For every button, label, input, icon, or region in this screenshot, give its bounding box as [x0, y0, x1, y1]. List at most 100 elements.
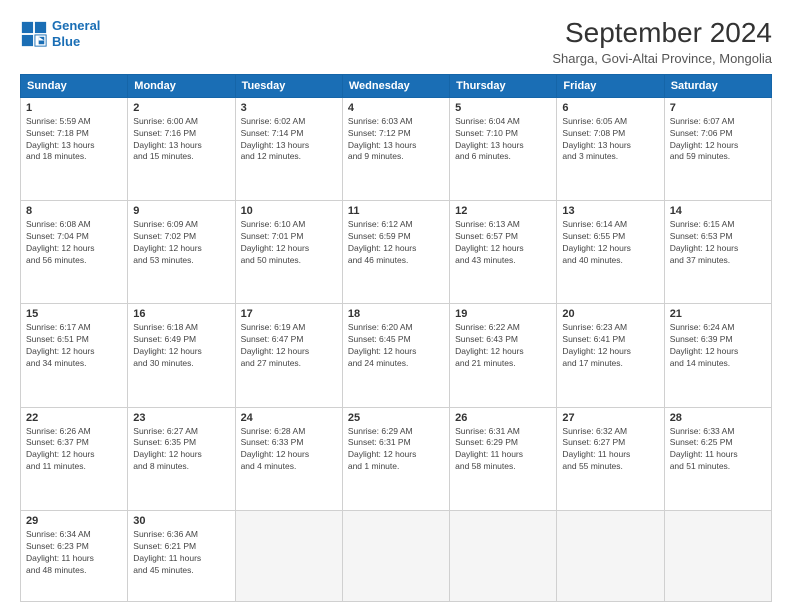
- calendar-cell: 23Sunrise: 6:27 AM Sunset: 6:35 PM Dayli…: [128, 407, 235, 510]
- day-info: Sunrise: 6:20 AM Sunset: 6:45 PM Dayligh…: [348, 322, 444, 370]
- day-info: Sunrise: 6:26 AM Sunset: 6:37 PM Dayligh…: [26, 426, 122, 474]
- day-number: 3: [241, 102, 337, 114]
- calendar-cell: 20 Sunrise: 6:23 AM Sunset: 6:41 PM Dayli…: [557, 304, 664, 407]
- day-number: 17: [241, 308, 337, 320]
- day-number: 23: [133, 412, 229, 424]
- col-header-thursday: Thursday: [450, 74, 557, 97]
- col-header-wednesday: Wednesday: [342, 74, 449, 97]
- calendar-cell: [450, 510, 557, 601]
- day-info: Sunrise: 6:14 AM Sunset: 6:55 PM Dayligh…: [562, 219, 658, 267]
- day-number: 30: [133, 515, 229, 527]
- day-info: Sunrise: 6:36 AM Sunset: 6:21 PM Dayligh…: [133, 529, 229, 577]
- calendar-cell: 7 Sunrise: 6:07 AM Sunset: 7:06 PM Daylig…: [664, 97, 771, 200]
- logo-text: General Blue: [52, 18, 100, 49]
- calendar-cell: 24 Sunrise: 6:28 AM Sunset: 6:33 PM Dayli…: [235, 407, 342, 510]
- day-info: Sunrise: 6:13 AM Sunset: 6:57 PM Dayligh…: [455, 219, 551, 267]
- day-number: 27: [562, 412, 658, 424]
- calendar-cell: [664, 510, 771, 601]
- day-number: 25: [348, 412, 444, 424]
- calendar-cell: 3 Sunrise: 6:02 AM Sunset: 7:14 PM Daylig…: [235, 97, 342, 200]
- day-number: 26: [455, 412, 551, 424]
- calendar-cell: 28 Sunrise: 6:33 AM Sunset: 6:25 PM Dayli…: [664, 407, 771, 510]
- calendar-cell: 19 Sunrise: 6:22 AM Sunset: 6:43 PM Dayli…: [450, 304, 557, 407]
- day-info: Sunrise: 6:09 AM Sunset: 7:02 PM Dayligh…: [133, 219, 229, 267]
- day-info: Sunrise: 6:07 AM Sunset: 7:06 PM Dayligh…: [670, 116, 766, 164]
- calendar-cell: 30 Sunrise: 6:36 AM Sunset: 6:21 PM Dayli…: [128, 510, 235, 601]
- day-number: 28: [670, 412, 766, 424]
- day-number: 22: [26, 412, 122, 424]
- calendar-cell: 11Sunrise: 6:12 AM Sunset: 6:59 PM Dayli…: [342, 201, 449, 304]
- day-info: Sunrise: 6:31 AM Sunset: 6:29 PM Dayligh…: [455, 426, 551, 474]
- calendar-cell: 10 Sunrise: 6:10 AM Sunset: 7:01 PM Dayli…: [235, 201, 342, 304]
- day-number: 16: [133, 308, 229, 320]
- day-number: 29: [26, 515, 122, 527]
- day-info: Sunrise: 6:18 AM Sunset: 6:49 PM Dayligh…: [133, 322, 229, 370]
- calendar-cell: 22 Sunrise: 6:26 AM Sunset: 6:37 PM Dayli…: [21, 407, 128, 510]
- calendar-cell: 8 Sunrise: 6:08 AM Sunset: 7:04 PM Daylig…: [21, 201, 128, 304]
- calendar-cell: 17 Sunrise: 6:19 AM Sunset: 6:47 PM Dayli…: [235, 304, 342, 407]
- day-number: 6: [562, 102, 658, 114]
- day-info: Sunrise: 6:04 AM Sunset: 7:10 PM Dayligh…: [455, 116, 551, 164]
- calendar-cell: 18 Sunrise: 6:20 AM Sunset: 6:45 PM Dayli…: [342, 304, 449, 407]
- calendar-cell: 1Sunrise: 5:59 AM Sunset: 7:18 PM Daylig…: [21, 97, 128, 200]
- day-info: Sunrise: 6:03 AM Sunset: 7:12 PM Dayligh…: [348, 116, 444, 164]
- day-number: 24: [241, 412, 337, 424]
- day-info: Sunrise: 5:59 AM Sunset: 7:18 PM Dayligh…: [26, 116, 122, 164]
- calendar-cell: 21 Sunrise: 6:24 AM Sunset: 6:39 PM Dayli…: [664, 304, 771, 407]
- col-header-saturday: Saturday: [664, 74, 771, 97]
- calendar-cell: 27 Sunrise: 6:32 AM Sunset: 6:27 PM Dayli…: [557, 407, 664, 510]
- day-number: 14: [670, 205, 766, 217]
- calendar-cell: 16 Sunrise: 6:18 AM Sunset: 6:49 PM Dayli…: [128, 304, 235, 407]
- day-info: Sunrise: 6:15 AM Sunset: 6:53 PM Dayligh…: [670, 219, 766, 267]
- calendar-cell: 5 Sunrise: 6:04 AM Sunset: 7:10 PM Daylig…: [450, 97, 557, 200]
- day-number: 11: [348, 205, 444, 217]
- day-number: 2: [133, 102, 229, 114]
- day-number: 7: [670, 102, 766, 114]
- day-number: 15: [26, 308, 122, 320]
- col-header-sunday: Sunday: [21, 74, 128, 97]
- day-number: 5: [455, 102, 551, 114]
- calendar-cell: 9 Sunrise: 6:09 AM Sunset: 7:02 PM Daylig…: [128, 201, 235, 304]
- day-number: 4: [348, 102, 444, 114]
- day-info: Sunrise: 6:00 AM Sunset: 7:16 PM Dayligh…: [133, 116, 229, 164]
- day-number: 20: [562, 308, 658, 320]
- day-number: 18: [348, 308, 444, 320]
- day-number: 19: [455, 308, 551, 320]
- calendar-cell: 12Sunrise: 6:13 AM Sunset: 6:57 PM Dayli…: [450, 201, 557, 304]
- calendar-cell: [342, 510, 449, 601]
- day-info: Sunrise: 6:02 AM Sunset: 7:14 PM Dayligh…: [241, 116, 337, 164]
- day-info: Sunrise: 6:32 AM Sunset: 6:27 PM Dayligh…: [562, 426, 658, 474]
- day-info: Sunrise: 6:28 AM Sunset: 6:33 PM Dayligh…: [241, 426, 337, 474]
- col-header-friday: Friday: [557, 74, 664, 97]
- main-title: September 2024: [552, 18, 772, 49]
- subtitle: Sharga, Govi-Altai Province, Mongolia: [552, 51, 772, 66]
- day-info: Sunrise: 6:23 AM Sunset: 6:41 PM Dayligh…: [562, 322, 658, 370]
- day-info: Sunrise: 6:17 AM Sunset: 6:51 PM Dayligh…: [26, 322, 122, 370]
- calendar-cell: 4 Sunrise: 6:03 AM Sunset: 7:12 PM Daylig…: [342, 97, 449, 200]
- day-info: Sunrise: 6:05 AM Sunset: 7:08 PM Dayligh…: [562, 116, 658, 164]
- calendar-cell: 29Sunrise: 6:34 AM Sunset: 6:23 PM Dayli…: [21, 510, 128, 601]
- calendar-cell: [235, 510, 342, 601]
- day-number: 21: [670, 308, 766, 320]
- col-header-monday: Monday: [128, 74, 235, 97]
- day-number: 8: [26, 205, 122, 217]
- day-number: 9: [133, 205, 229, 217]
- day-info: Sunrise: 6:08 AM Sunset: 7:04 PM Dayligh…: [26, 219, 122, 267]
- day-info: Sunrise: 6:33 AM Sunset: 6:25 PM Dayligh…: [670, 426, 766, 474]
- day-number: 13: [562, 205, 658, 217]
- day-number: 10: [241, 205, 337, 217]
- day-info: Sunrise: 6:10 AM Sunset: 7:01 PM Dayligh…: [241, 219, 337, 267]
- day-info: Sunrise: 6:29 AM Sunset: 6:31 PM Dayligh…: [348, 426, 444, 474]
- title-block: September 2024 Sharga, Govi-Altai Provin…: [552, 18, 772, 66]
- calendar-cell: 26 Sunrise: 6:31 AM Sunset: 6:29 PM Dayli…: [450, 407, 557, 510]
- logo: General Blue: [20, 18, 100, 49]
- page-header: General Blue September 2024 Sharga, Govi…: [20, 18, 772, 66]
- col-header-tuesday: Tuesday: [235, 74, 342, 97]
- day-info: Sunrise: 6:22 AM Sunset: 6:43 PM Dayligh…: [455, 322, 551, 370]
- calendar-cell: 14 Sunrise: 6:15 AM Sunset: 6:53 PM Dayli…: [664, 201, 771, 304]
- day-info: Sunrise: 6:19 AM Sunset: 6:47 PM Dayligh…: [241, 322, 337, 370]
- calendar-cell: 2 Sunrise: 6:00 AM Sunset: 7:16 PM Daylig…: [128, 97, 235, 200]
- logo-icon: [20, 20, 48, 48]
- calendar-cell: 13 Sunrise: 6:14 AM Sunset: 6:55 PM Dayli…: [557, 201, 664, 304]
- day-info: Sunrise: 6:24 AM Sunset: 6:39 PM Dayligh…: [670, 322, 766, 370]
